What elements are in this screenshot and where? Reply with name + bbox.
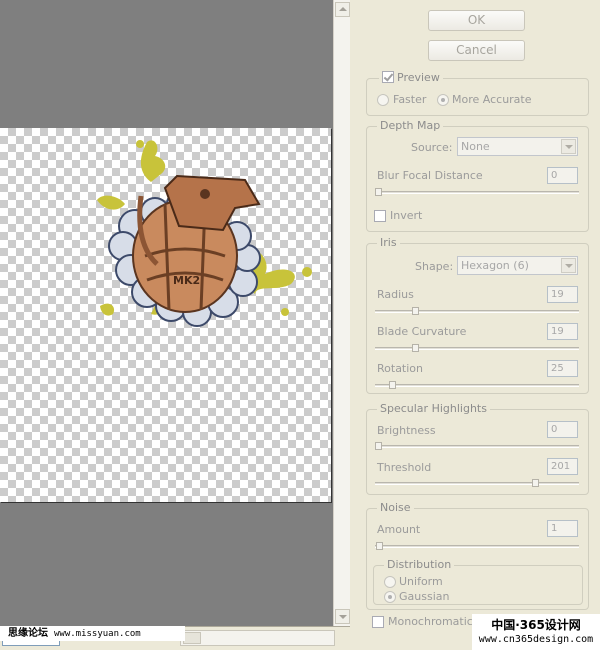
radius-label: Radius bbox=[377, 288, 414, 301]
amount-field[interactable]: 1 bbox=[547, 520, 578, 537]
ok-button[interactable]: OK bbox=[428, 10, 525, 31]
invert-checkbox[interactable] bbox=[374, 210, 386, 222]
depth-map-group: Depth Map Source: None Blur Focal Distan… bbox=[366, 119, 589, 232]
shape-value: Hexagon (6) bbox=[461, 259, 529, 272]
radius-slider[interactable] bbox=[412, 307, 419, 315]
watermark-right-url: www.cn365design.com bbox=[478, 634, 594, 645]
iris-group: Iris Shape: Hexagon (6) Radius 19 Blade … bbox=[366, 236, 589, 394]
vertical-scrollbar[interactable] bbox=[333, 0, 350, 626]
gaussian-radio[interactable] bbox=[384, 591, 396, 603]
blade-curvature-label: Blade Curvature bbox=[377, 325, 467, 338]
rotation-field[interactable]: 25 bbox=[547, 360, 578, 377]
grenade-artwork: MK2 bbox=[97, 140, 312, 327]
brightness-label: Brightness bbox=[377, 424, 436, 437]
depth-map-title: Depth Map bbox=[377, 119, 444, 132]
monochromatic-label: Monochromatic bbox=[388, 615, 473, 628]
artwork-label: MK2 bbox=[173, 274, 200, 287]
brightness-slider[interactable] bbox=[375, 442, 382, 450]
rotation-label: Rotation bbox=[377, 362, 424, 375]
rotation-slider[interactable] bbox=[389, 381, 396, 389]
amount-track[interactable] bbox=[375, 545, 579, 548]
source-label: Source: bbox=[411, 141, 453, 154]
threshold-slider[interactable] bbox=[532, 479, 539, 487]
brightness-track[interactable] bbox=[375, 445, 579, 448]
watermark-left: 思缘论坛 www.missyuan.com bbox=[0, 626, 185, 641]
blade-curvature-slider[interactable] bbox=[412, 344, 419, 352]
watermark-right: 中国·365设计网 www.cn365design.com bbox=[472, 614, 600, 650]
faster-label: Faster bbox=[393, 93, 427, 106]
chevron-down-icon[interactable] bbox=[561, 139, 576, 154]
source-value: None bbox=[461, 140, 490, 153]
rotation-track[interactable] bbox=[375, 384, 579, 387]
threshold-track[interactable] bbox=[375, 482, 579, 485]
iris-title: Iris bbox=[377, 236, 400, 249]
uniform-label: Uniform bbox=[399, 575, 443, 588]
distribution-group: Distribution Uniform Gaussian bbox=[373, 558, 583, 605]
blade-curvature-track[interactable] bbox=[375, 347, 579, 350]
blur-focal-distance-slider[interactable] bbox=[375, 188, 382, 196]
noise-title: Noise bbox=[377, 501, 414, 514]
radius-track[interactable] bbox=[375, 310, 579, 313]
brightness-field[interactable]: 0 bbox=[547, 421, 578, 438]
shape-select[interactable]: Hexagon (6) bbox=[457, 256, 578, 275]
watermark-left-url: www.missyuan.com bbox=[54, 629, 141, 639]
blade-curvature-field[interactable]: 19 bbox=[547, 323, 578, 340]
faster-radio[interactable] bbox=[377, 94, 389, 106]
threshold-label: Threshold bbox=[377, 461, 432, 474]
specular-highlights-title: Specular Highlights bbox=[377, 402, 490, 415]
preview-area: MK2 bbox=[0, 0, 333, 626]
blur-focal-distance-label: Blur Focal Distance bbox=[377, 169, 483, 182]
shape-label: Shape: bbox=[415, 260, 454, 273]
preview-canvas[interactable]: MK2 bbox=[0, 128, 331, 502]
amount-label: Amount bbox=[377, 523, 421, 536]
gaussian-label: Gaussian bbox=[399, 590, 450, 603]
preview-group-title: Preview bbox=[379, 71, 443, 84]
watermark-right-cn: 中国·365设计网 bbox=[491, 618, 581, 632]
distribution-title: Distribution bbox=[384, 558, 455, 571]
noise-group: Noise Amount 1 Distribution Uniform Gaus… bbox=[366, 501, 589, 610]
cancel-button[interactable]: Cancel bbox=[428, 40, 525, 61]
amount-slider[interactable] bbox=[376, 542, 383, 550]
more-accurate-radio[interactable] bbox=[437, 94, 449, 106]
source-select[interactable]: None bbox=[457, 137, 578, 156]
scroll-up-icon[interactable] bbox=[335, 2, 350, 17]
watermark-left-cn: 思缘论坛 bbox=[8, 628, 48, 639]
invert-label: Invert bbox=[390, 209, 423, 222]
uniform-radio[interactable] bbox=[384, 576, 396, 588]
preview-checkbox[interactable] bbox=[382, 71, 394, 83]
preview-label: Preview bbox=[397, 71, 440, 84]
horizontal-scroll-thumb[interactable] bbox=[183, 632, 201, 644]
chevron-down-icon[interactable] bbox=[561, 258, 576, 273]
radius-field[interactable]: 19 bbox=[547, 286, 578, 303]
specular-highlights-group: Specular Highlights Brightness 0 Thresho… bbox=[366, 402, 589, 495]
more-accurate-label: More Accurate bbox=[452, 93, 532, 106]
horizontal-scrollbar[interactable] bbox=[180, 630, 335, 646]
scroll-down-icon[interactable] bbox=[335, 609, 350, 624]
blur-focal-distance-field[interactable]: 0 bbox=[547, 167, 578, 184]
preview-group: Preview Faster More Accurate bbox=[366, 71, 589, 116]
monochromatic-checkbox[interactable] bbox=[372, 616, 384, 628]
threshold-field[interactable]: 201 bbox=[547, 458, 578, 475]
blur-focal-distance-track[interactable] bbox=[375, 191, 579, 194]
